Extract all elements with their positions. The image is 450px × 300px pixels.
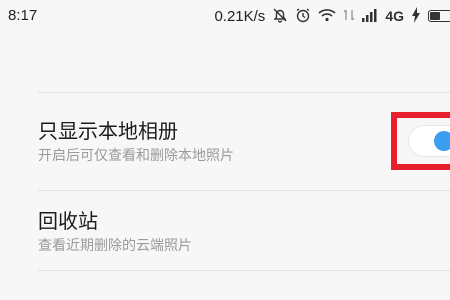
highlight-box [391,112,450,170]
bottom-divider [38,270,450,271]
setting-recycle-bin-subtitle: 查看近期删除的云端照片 [38,238,192,254]
setting-local-album-title: 只显示本地相册 [38,119,178,143]
status-icons: 0.21K/s 4G [214,6,450,26]
silent-alarm-icon [272,7,288,26]
status-bar: 8:17 0.21K/s 4G [0,0,450,34]
setting-local-album-subtitle: 开启后可仅查看和删除本地照片 [38,148,234,164]
setting-recycle-bin-row[interactable]: 回收站 查看近期删除的云端照片 [0,190,450,270]
network-speed: 0.21K/s [214,7,266,25]
settings-screen: 8:17 0.21K/s 4G 只显示本地相册 开启后可仅查看和删除本地照片 回… [0,0,450,300]
setting-local-album-row[interactable]: 只显示本地相册 开启后可仅查看和删除本地照片 [0,92,450,190]
no-signal-icon [343,8,355,25]
setting-recycle-bin-title: 回收站 [38,209,98,233]
battery-icon [428,10,450,22]
wifi-icon [318,8,336,25]
signal-icon [362,8,378,25]
status-time: 8:17 [8,7,38,24]
charging-icon [411,6,421,26]
alarm-icon [295,7,311,26]
network-type-label: 4G [385,8,404,24]
